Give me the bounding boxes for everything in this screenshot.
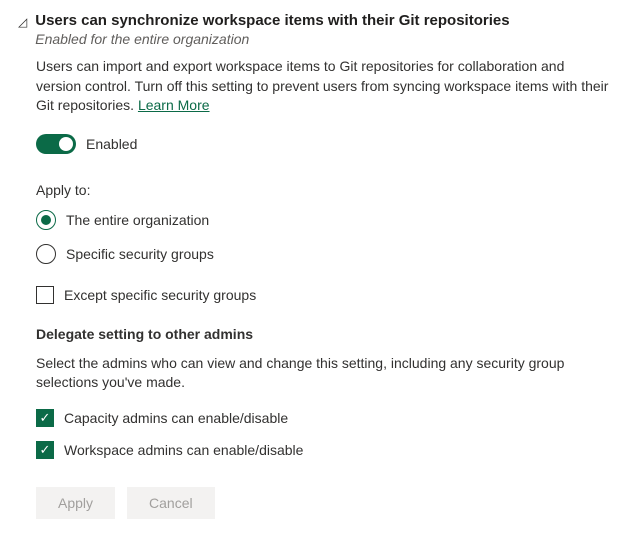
toggle-knob xyxy=(59,137,73,151)
apply-button[interactable]: Apply xyxy=(36,487,115,519)
radio-label: The entire organization xyxy=(66,212,209,228)
radio-inner-icon xyxy=(41,215,51,225)
workspace-admins-checkbox-row[interactable]: ✓ Workspace admins can enable/disable xyxy=(36,441,613,459)
radio-entire-org[interactable]: The entire organization xyxy=(36,210,613,230)
enable-toggle[interactable] xyxy=(36,134,76,154)
radio-specific-groups[interactable]: Specific security groups xyxy=(36,244,613,264)
checkbox-icon: ✓ xyxy=(36,441,54,459)
setting-subtitle: Enabled for the entire organization xyxy=(35,31,613,47)
checkbox-icon xyxy=(36,286,54,304)
learn-more-link[interactable]: Learn More xyxy=(138,97,210,113)
setting-description: Users can import and export workspace it… xyxy=(36,57,613,116)
title-block: Users can synchronize workspace items wi… xyxy=(35,12,613,47)
delegate-description: Select the admins who can view and chang… xyxy=(36,354,613,393)
toggle-label: Enabled xyxy=(86,136,137,152)
button-row: Apply Cancel xyxy=(36,487,613,519)
checkbox-label: Workspace admins can enable/disable xyxy=(64,442,303,458)
checkmark-icon: ✓ xyxy=(40,411,51,424)
collapse-icon[interactable]: ◿ xyxy=(18,15,27,29)
radio-icon xyxy=(36,210,56,230)
radio-icon xyxy=(36,244,56,264)
checkmark-icon: ✓ xyxy=(40,443,51,456)
delegate-heading: Delegate setting to other admins xyxy=(36,326,613,342)
except-groups-checkbox-row[interactable]: Except specific security groups xyxy=(36,286,613,304)
apply-to-label: Apply to: xyxy=(36,182,613,198)
cancel-button[interactable]: Cancel xyxy=(127,487,215,519)
setting-header: ◿ Users can synchronize workspace items … xyxy=(18,12,613,47)
radio-label: Specific security groups xyxy=(66,246,214,262)
checkbox-label: Capacity admins can enable/disable xyxy=(64,410,288,426)
enable-toggle-row: Enabled xyxy=(36,134,613,154)
capacity-admins-checkbox-row[interactable]: ✓ Capacity admins can enable/disable xyxy=(36,409,613,427)
checkbox-label: Except specific security groups xyxy=(64,287,256,303)
checkbox-icon: ✓ xyxy=(36,409,54,427)
setting-title: Users can synchronize workspace items wi… xyxy=(35,12,613,29)
description-text: Users can import and export workspace it… xyxy=(36,58,608,113)
